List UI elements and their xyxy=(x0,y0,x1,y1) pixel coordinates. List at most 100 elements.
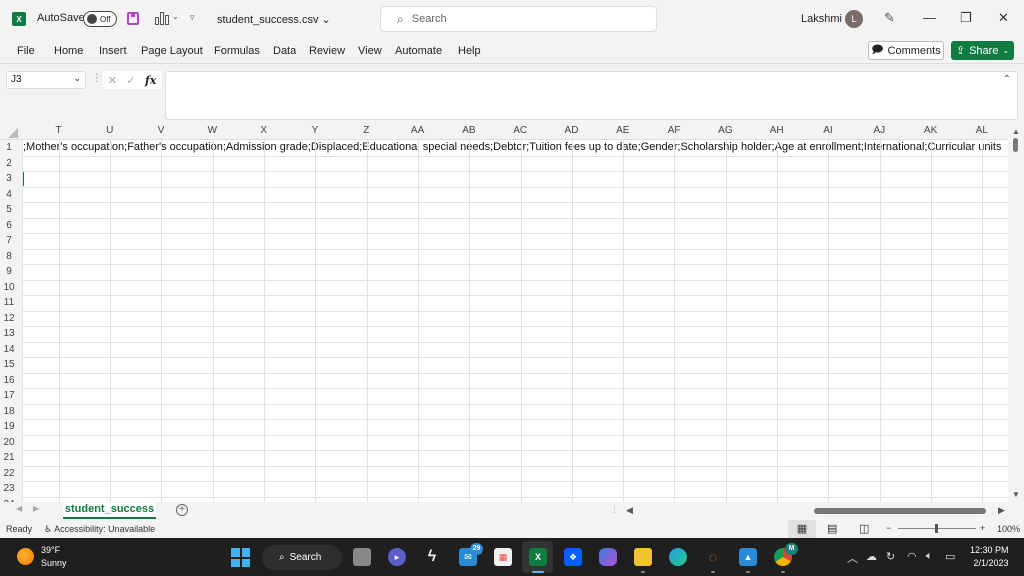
tab-page-layout[interactable]: Page Layout xyxy=(141,45,203,57)
column-header[interactable]: X xyxy=(238,125,289,136)
teams-chat-icon[interactable]: ▸ xyxy=(388,548,406,566)
insert-function-icon[interactable]: fx xyxy=(145,74,156,87)
customize-quick-access-icon[interactable]: ▿ xyxy=(190,12,195,23)
row-header[interactable]: 8 xyxy=(0,249,18,265)
row-header[interactable]: 9 xyxy=(0,264,18,280)
user-name[interactable]: Lakshmi xyxy=(801,13,842,25)
close-button[interactable]: ✕ xyxy=(998,10,1009,26)
tab-data[interactable]: Data xyxy=(273,45,296,57)
dropbox-icon[interactable]: ❖ xyxy=(564,548,582,566)
row-header[interactable]: 12 xyxy=(0,311,18,327)
copilot-icon[interactable] xyxy=(599,548,617,566)
pen-icon[interactable]: ✎ xyxy=(884,10,895,26)
tab-formulas[interactable]: Formulas xyxy=(214,45,260,57)
file-name[interactable]: student_success.csv ⌄ xyxy=(217,13,331,26)
lightning-app-icon[interactable]: ϟ xyxy=(423,548,441,566)
horizontal-scroll-thumb[interactable] xyxy=(814,508,986,514)
row-header[interactable]: 22 xyxy=(0,466,18,482)
prev-sheet-icon[interactable]: ◀ xyxy=(16,504,22,513)
photos-icon[interactable]: ▲ xyxy=(739,548,757,566)
page-layout-view-icon[interactable]: ▤ xyxy=(827,520,837,538)
row-header[interactable]: 14 xyxy=(0,342,18,358)
chevron-down-icon[interactable]: ⌄ xyxy=(172,12,179,21)
save-icon[interactable] xyxy=(127,12,139,25)
restore-button[interactable]: ❐ xyxy=(960,10,972,26)
zoom-out-button[interactable]: − xyxy=(886,523,891,533)
row-header[interactable]: 17 xyxy=(0,388,18,404)
row-header[interactable]: 10 xyxy=(0,280,18,296)
row-header[interactable]: 3 xyxy=(0,171,18,187)
edge-icon[interactable] xyxy=(669,548,687,566)
tab-automate[interactable]: Automate xyxy=(395,45,442,57)
row-header[interactable]: 18 xyxy=(0,404,18,420)
comments-button[interactable]: 🗩 Comments xyxy=(868,41,944,60)
tab-file[interactable]: File xyxy=(17,45,35,57)
normal-view-icon[interactable]: ▦ xyxy=(788,520,816,538)
row-header[interactable]: 6 xyxy=(0,218,18,234)
column-header[interactable]: V xyxy=(136,125,187,136)
onedrive-icon[interactable]: ☁ xyxy=(866,550,877,563)
battery-icon[interactable]: ▭ xyxy=(945,550,955,563)
name-box[interactable]: J3 ⌄ xyxy=(6,71,86,89)
windows-start-icon[interactable] xyxy=(231,548,250,567)
tab-help[interactable]: Help xyxy=(458,45,481,57)
clock[interactable]: 12:30 PM 2/1/2023 xyxy=(970,545,1009,568)
column-header[interactable]: AH xyxy=(751,125,802,136)
weather-temp[interactable]: 39°F xyxy=(41,545,60,555)
tab-insert[interactable]: Insert xyxy=(99,45,127,57)
row-header[interactable]: 1 xyxy=(0,140,18,156)
volume-icon[interactable]: 🔈︎ xyxy=(926,550,933,563)
cell-row1-text[interactable]: ;Mother's occupation;Father's occupation… xyxy=(23,141,1001,153)
row-header[interactable]: 7 xyxy=(0,233,18,249)
row-header[interactable]: 4 xyxy=(0,187,18,203)
avatar[interactable]: L xyxy=(845,10,863,28)
minimize-button[interactable]: — xyxy=(923,10,936,25)
share-button[interactable]: ⇪ Share ⌄ xyxy=(951,41,1014,60)
row-header[interactable]: 2 xyxy=(0,156,18,172)
row-header[interactable]: 19 xyxy=(0,419,18,435)
weather-sun-icon[interactable] xyxy=(17,548,34,565)
page-break-view-icon[interactable]: ◫ xyxy=(859,520,869,538)
row-header[interactable]: 13 xyxy=(0,326,18,342)
scroll-right-icon[interactable]: ▶ xyxy=(998,505,1005,516)
search-box[interactable]: ⌕ Search xyxy=(380,6,657,32)
mail-icon[interactable]: ✉ 29 xyxy=(459,543,483,566)
column-header[interactable]: U xyxy=(84,125,135,136)
column-header[interactable]: AG xyxy=(700,125,751,136)
row-header[interactable]: 20 xyxy=(0,435,18,451)
excel-taskbar-icon[interactable]: X xyxy=(529,548,547,566)
column-header[interactable]: AB xyxy=(443,125,494,136)
column-header[interactable]: Y xyxy=(290,125,341,136)
next-sheet-icon[interactable]: ▶ xyxy=(33,504,39,513)
column-header[interactable]: AC xyxy=(495,125,546,136)
column-header[interactable]: AL xyxy=(956,125,1007,136)
check-icon[interactable]: ✓ xyxy=(126,74,135,87)
column-header[interactable]: AA xyxy=(392,125,443,136)
scroll-down-icon[interactable]: ▼ xyxy=(1012,490,1020,499)
task-view-icon[interactable] xyxy=(353,548,371,566)
chrome-icon[interactable]: M xyxy=(774,543,798,566)
accessibility-status[interactable]: ♿︎ Accessibility: Unavailable xyxy=(44,524,155,535)
sync-icon[interactable]: ↻ xyxy=(886,550,895,563)
weather-condition[interactable]: Sunny xyxy=(41,558,67,568)
tab-review[interactable]: Review xyxy=(309,45,345,57)
column-header[interactable]: T xyxy=(33,125,84,136)
column-header[interactable]: AD xyxy=(546,125,597,136)
column-header[interactable]: AI xyxy=(803,125,854,136)
row-header[interactable]: 5 xyxy=(0,202,18,218)
cancel-icon[interactable]: ✕ xyxy=(108,74,117,87)
zoom-slider-thumb[interactable] xyxy=(935,524,938,533)
cells-area[interactable]: ;Mother's occupation;Father's occupation… xyxy=(22,140,1008,502)
jupyter-icon[interactable]: ◌ xyxy=(704,548,722,566)
spreadsheet-grid[interactable]: T U V W X Y Z AA AB AC AD AE AF AG AH AI AJ AK AL 12345678… xyxy=(0,124,1008,502)
show-hidden-icons[interactable]: ︿ xyxy=(847,550,858,566)
row-header[interactable]: 21 xyxy=(0,450,18,466)
scroll-up-icon[interactable]: ▲ xyxy=(1012,127,1020,136)
row-header[interactable]: 15 xyxy=(0,357,18,373)
vertical-scrollbar[interactable]: ▲ ▼ xyxy=(1008,124,1024,502)
chart-icon[interactable] xyxy=(155,12,169,25)
collapse-icon[interactable]: ⌃ xyxy=(1003,74,1011,85)
add-sheet-button[interactable]: + xyxy=(176,504,188,516)
tab-view[interactable]: View xyxy=(358,45,382,57)
column-header[interactable]: Z xyxy=(341,125,392,136)
